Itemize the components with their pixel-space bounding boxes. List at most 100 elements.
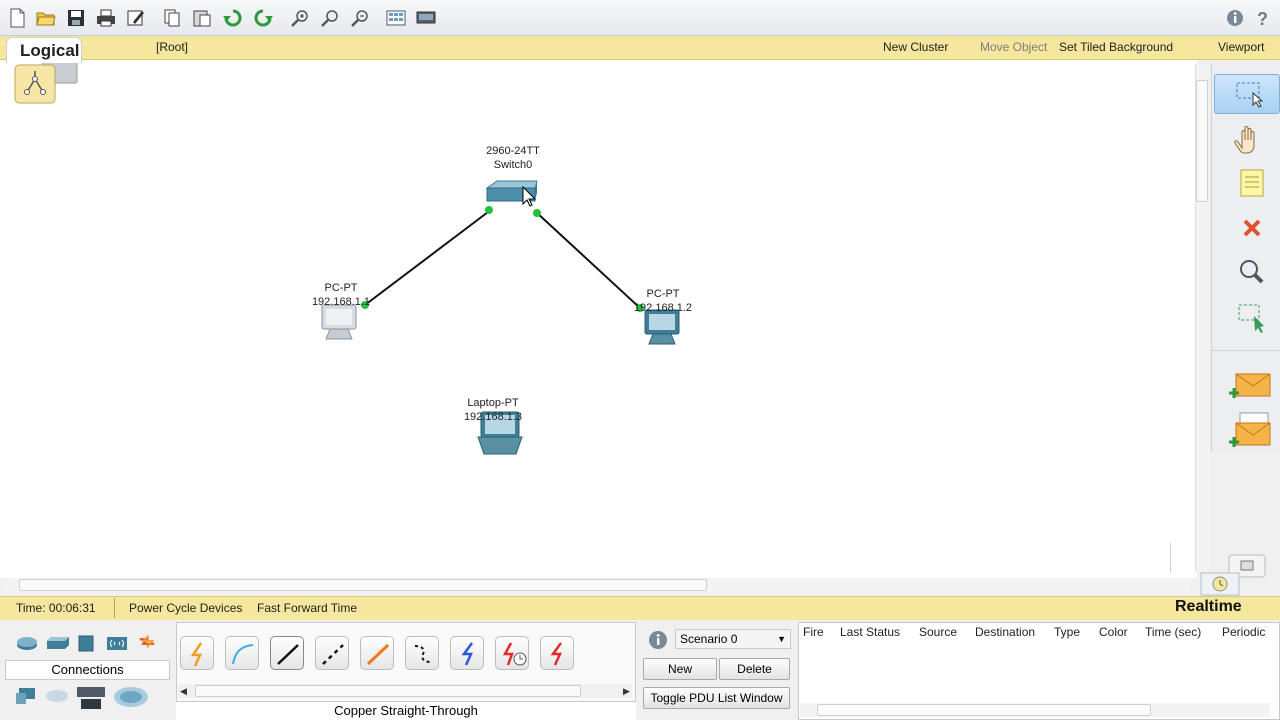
delete-scenario-button[interactable]: Delete [719,658,790,680]
new-cluster-button[interactable]: New Cluster [883,40,948,54]
inspect-tool-button[interactable] [1214,252,1280,292]
workspace-vertical-scroll-thumb[interactable] [1196,80,1208,202]
help-icon[interactable]: ? [1252,8,1274,28]
pdu-column-header[interactable]: Source [919,625,957,639]
palette-divider [1212,350,1280,351]
serial-dte-icon [550,642,563,666]
power-cycle-devices-button[interactable]: Power Cycle Devices [129,601,242,615]
physical-logical-toggle-icon[interactable] [14,60,78,104]
select-tool-button[interactable] [1214,74,1280,114]
new-file-icon[interactable] [6,8,28,28]
resize-shape-tool-button[interactable] [1214,298,1280,338]
add-complex-pdu-button[interactable] [1214,411,1280,451]
pc-icon[interactable] [321,304,357,340]
zoom-in-icon[interactable] [289,8,311,28]
coaxial-cable-icon [461,642,474,666]
serial-dce-icon [502,642,527,666]
palette-icon[interactable] [385,8,407,28]
pdu-column-header[interactable]: Periodic [1222,625,1265,639]
connection-types-scroll-thumb[interactable] [195,685,581,697]
set-tiled-background-button[interactable]: Set Tiled Background [1059,40,1173,54]
copper-cross-over-button[interactable] [315,636,349,670]
scroll-left-arrow-icon[interactable]: ◀ [180,686,187,697]
save-icon[interactable] [65,8,87,28]
custom-device-icon[interactable] [415,8,437,28]
zoom-reset-icon[interactable] [319,8,341,28]
new-scenario-button[interactable]: New [643,658,717,680]
status-divider [114,598,115,618]
copper-straight-through-button[interactable] [270,636,304,670]
select-icon [1236,82,1264,108]
pc1-ip-label: 192.168.1.2 [633,302,693,314]
toggle-pdu-list-button[interactable]: Toggle PDU List Window [643,687,790,709]
connections-category-icon[interactable] [135,632,159,650]
lightning-auto-icon [190,642,203,667]
end-devices-category-icon[interactable] [15,687,39,705]
fast-forward-time-button[interactable]: Fast Forward Time [257,601,357,615]
topology-canvas [14,60,680,455]
coaxial-cable-button[interactable] [450,636,484,670]
pdu-column-header[interactable]: Color [1099,625,1128,639]
scenario-select[interactable]: Scenario 0 ▼ [675,629,791,649]
device-category-label: Connections [5,660,170,680]
logical-workspace-canvas[interactable] [0,60,1197,578]
automatic-connection-button[interactable] [180,636,214,670]
straight-through-cable-icon [277,644,299,665]
cross-over-cable-icon [322,644,344,665]
move-object-button[interactable]: Move Object [980,40,1047,54]
delete-tool-button[interactable] [1214,208,1280,248]
pdu-column-header[interactable]: Destination [975,625,1035,639]
link-pc0-switch0[interactable] [364,208,493,306]
open-folder-icon[interactable] [35,8,57,28]
scenario-info-icon[interactable] [647,629,669,651]
workspace-horizontal-scroll-thumb[interactable] [19,579,707,591]
link-pc1-switch0[interactable] [535,211,641,309]
wireless-devices-category-icon[interactable] [105,634,129,652]
switches-category-icon[interactable] [45,634,69,652]
viewport-button[interactable]: Viewport [1218,40,1264,54]
realtime-mode-icon[interactable] [1200,572,1240,596]
hubs-category-icon[interactable] [75,634,99,652]
main-toolbar: ? [0,0,1280,36]
pdu-column-header[interactable]: Last Status [840,625,900,639]
console-cable-button[interactable] [225,636,259,670]
activity-wizard-icon[interactable] [125,8,147,28]
info-icon[interactable] [1224,8,1246,28]
pc1-model-label: PC-PT [646,288,680,300]
pdu-column-header[interactable]: Type [1054,625,1080,639]
scroll-right-arrow-icon[interactable]: ▶ [623,686,630,697]
print-icon[interactable] [95,8,117,28]
switch0-name-label: Switch0 [493,159,533,171]
routers-category-icon[interactable] [15,634,39,652]
fiber-cable-icon [366,643,390,666]
fiber-cable-button[interactable] [360,636,394,670]
phone-cable-button[interactable] [405,636,439,670]
redo-icon[interactable] [252,8,274,28]
selected-connection-name: Copper Straight-Through [176,701,636,720]
paste-icon[interactable] [191,8,213,28]
root-breadcrumb[interactable]: [Root] [156,40,188,54]
pdu-list-scroll-thumb[interactable] [817,704,1151,716]
complex-pdu-icon [1229,412,1271,447]
pc0-ip-label: 192.168.1.1 [311,296,371,308]
pc0-model-label: PC-PT [324,282,358,294]
pdu-column-header[interactable]: Time (sec) [1145,625,1201,639]
zoom-out-icon[interactable] [349,8,371,28]
multiuser-connection-category-icon[interactable] [113,685,149,709]
add-simple-pdu-button[interactable] [1214,366,1280,406]
scenario-select-value: Scenario 0 [680,632,738,646]
place-note-tool-button[interactable] [1214,163,1280,203]
serial-dte-cable-button[interactable] [540,636,574,670]
move-layout-tool-button[interactable] [1214,118,1280,158]
realtime-mode-label[interactable]: Realtime [1175,598,1242,616]
pc-icon[interactable] [644,309,680,345]
logical-workspace-tab[interactable]: Logical [6,37,82,63]
custom-made-devices-category-icon[interactable] [75,683,107,713]
delete-icon [1243,219,1261,237]
copy-icon[interactable] [161,8,183,28]
workspace-corner-divider [1170,543,1171,573]
wan-emulation-category-icon[interactable] [45,687,69,705]
pdu-column-header[interactable]: Fire [803,625,824,639]
undo-icon[interactable] [222,8,244,28]
serial-dce-cable-button[interactable] [495,636,529,670]
